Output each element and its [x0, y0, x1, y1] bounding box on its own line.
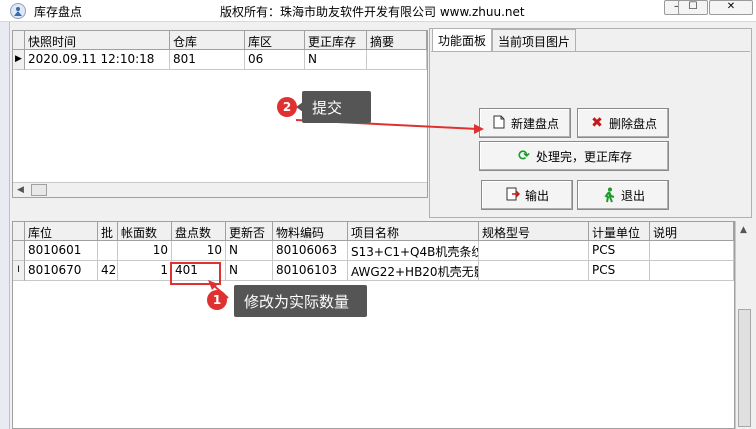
new-count-label: 新建盘点 [510, 116, 559, 131]
column-header[interactable]: 批 [98, 222, 118, 241]
warehouse-cell[interactable]: 801 [170, 50, 245, 70]
new-count-button[interactable]: 新建盘点 [479, 108, 571, 138]
column-header[interactable]: 快照时间 [25, 31, 170, 50]
scroll-left-icon[interactable]: ◀ [17, 185, 24, 195]
item-name-cell[interactable]: AWG22+HB20机壳无影 [348, 261, 479, 281]
spec-cell[interactable] [479, 241, 589, 261]
exit-button[interactable]: 退出 [577, 180, 669, 210]
zone-cell[interactable]: 06 [245, 50, 305, 70]
note-cell[interactable] [650, 261, 734, 281]
count-qty-cell[interactable]: 10 [172, 241, 226, 261]
app-icon [10, 3, 26, 19]
current-row-indicator: ▶ [13, 50, 25, 70]
material-code-cell[interactable]: 80106103 [273, 261, 348, 281]
grid-corner [13, 31, 25, 50]
item-name-cell[interactable]: S13+C1+Q4B机壳条纹 [348, 241, 479, 261]
snapshot-time-cell[interactable]: 2020.09.11 12:10:18 [25, 50, 170, 70]
vertical-scrollbar[interactable]: ▲ [735, 221, 753, 429]
grid-corner [13, 222, 25, 241]
scroll-up-icon[interactable]: ▲ [740, 225, 747, 235]
column-header[interactable]: 物料编码 [273, 222, 348, 241]
location-cell[interactable]: 8010670 [25, 261, 98, 281]
batch-cell[interactable]: 42( [98, 261, 118, 281]
delete-count-button[interactable]: ✖ 删除盘点 [577, 108, 669, 138]
scroll-thumb[interactable] [31, 184, 47, 196]
x-icon: ✖ [591, 115, 603, 131]
step-marker-2: 2 [277, 97, 297, 117]
maximize-button[interactable]: ☐ [678, 0, 708, 15]
refresh-icon: ⟳ [518, 148, 530, 164]
book-qty-cell[interactable]: 10 [118, 241, 172, 261]
summary-cell[interactable] [367, 50, 427, 70]
callout-submit: 提交 [302, 91, 371, 123]
horizontal-scrollbar[interactable]: ◀ [13, 182, 427, 197]
column-header[interactable]: 仓库 [170, 31, 245, 50]
tab-current-item-image[interactable]: 当前项目图片 [492, 29, 577, 51]
export-button[interactable]: 输出 [481, 180, 573, 210]
row-indicator [13, 241, 25, 261]
left-edge-strip [0, 22, 10, 429]
material-code-cell[interactable]: 80106063 [273, 241, 348, 261]
column-header[interactable]: 库区 [245, 31, 305, 50]
running-man-icon [601, 187, 617, 203]
column-header[interactable]: 库位 [25, 222, 98, 241]
note-cell[interactable] [650, 241, 734, 261]
column-header[interactable]: 说明 [650, 222, 734, 241]
close-button[interactable]: ✕ [709, 0, 753, 15]
column-header[interactable]: 规格型号 [479, 222, 589, 241]
export-label: 输出 [524, 188, 549, 203]
exit-label: 退出 [620, 188, 645, 203]
function-panel: 功能面板 当前项目图片 新建盘点 ✖ 删除盘点 ⟳ 处理完，更正库存 输出 退出 [429, 28, 752, 218]
updated-cell[interactable]: N [226, 241, 273, 261]
location-cell[interactable]: 8010601 [25, 241, 98, 261]
process-update-stock-button[interactable]: ⟳ 处理完，更正库存 [479, 141, 669, 171]
export-icon [505, 187, 521, 203]
title-bar: 库存盘点 版权所有：珠海市助友软件开发有限公司 www.zhuu.net — ☐… [0, 0, 756, 22]
unit-cell[interactable]: PCS [589, 261, 650, 281]
column-header[interactable]: 摘要 [367, 31, 427, 50]
unit-cell[interactable]: PCS [589, 241, 650, 261]
updated-cell[interactable]: N [226, 261, 273, 281]
column-header[interactable]: 帐面数 [118, 222, 172, 241]
column-header[interactable]: 项目名称 [348, 222, 479, 241]
scroll-thumb[interactable] [738, 309, 751, 427]
batch-cell[interactable] [98, 241, 118, 261]
column-header[interactable]: 计量单位 [589, 222, 650, 241]
edit-row-indicator: I [13, 261, 25, 281]
count-qty-highlight-box [170, 262, 221, 285]
callout-edit-quantity: 修改为实际数量 [234, 285, 367, 317]
delete-count-label: 删除盘点 [608, 116, 657, 131]
copyright-text: 版权所有：珠海市助友软件开发有限公司 www.zhuu.net [220, 5, 525, 19]
tab-function-panel[interactable]: 功能面板 [432, 28, 493, 52]
tab-page: 新建盘点 ✖ 删除盘点 ⟳ 处理完，更正库存 输出 退出 [431, 51, 750, 215]
detail-grid[interactable]: 库位 批 帐面数 盘点数 更新否 物料编码 项目名称 规格型号 计量单位 说明 … [12, 221, 735, 429]
column-header[interactable]: 更新否 [226, 222, 273, 241]
step-marker-1: 1 [207, 290, 227, 310]
spec-cell[interactable] [479, 261, 589, 281]
column-header[interactable]: 盘点数 [172, 222, 226, 241]
corrected-cell[interactable]: N [305, 50, 367, 70]
book-qty-cell[interactable]: 1 [118, 261, 172, 281]
document-icon [491, 115, 507, 131]
column-header[interactable]: 更正库存 [305, 31, 367, 50]
window-title: 库存盘点 [34, 5, 83, 19]
process-label: 处理完，更正库存 [535, 149, 632, 164]
